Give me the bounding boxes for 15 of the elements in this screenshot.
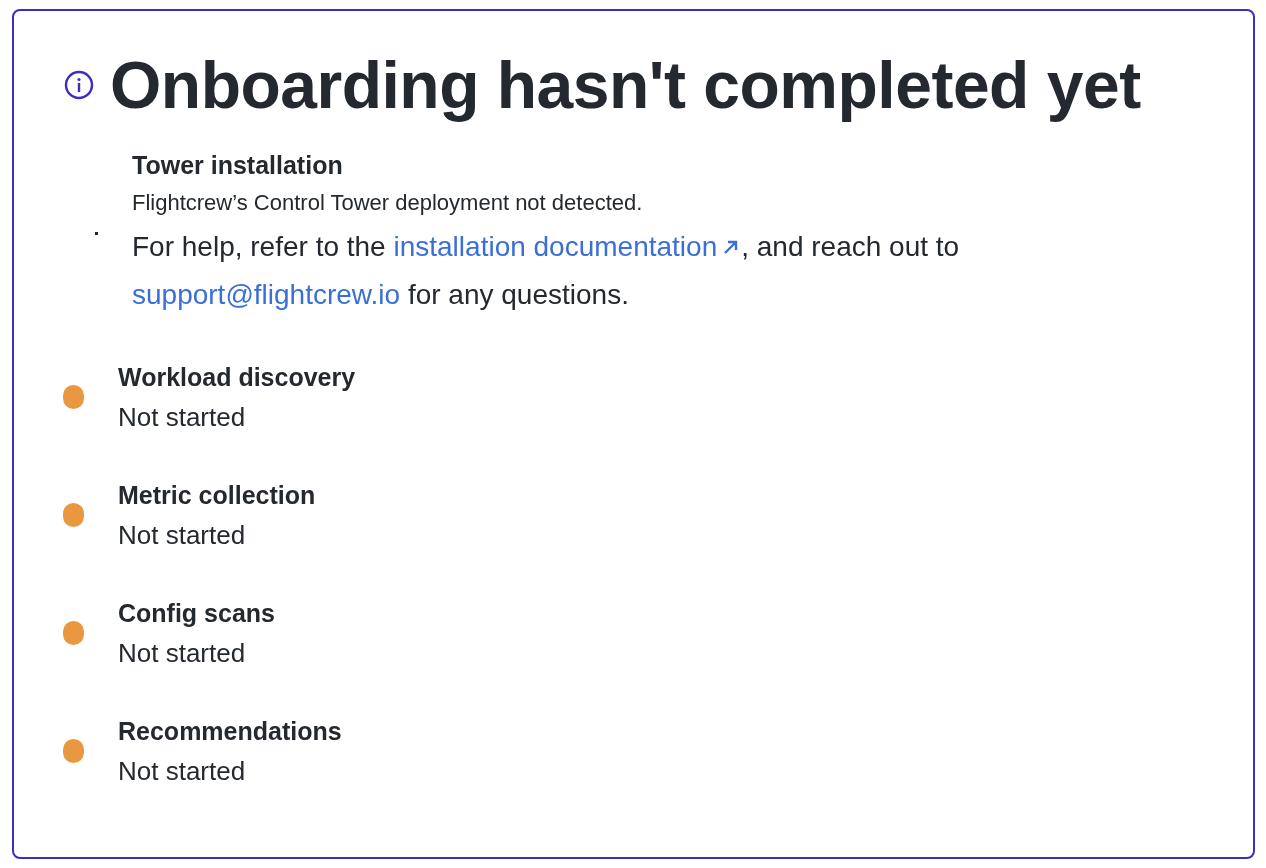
- step-status: Not started: [118, 637, 247, 670]
- step-title: Workload discovery: [118, 362, 356, 393]
- help-text: For help, refer to the installation documentation , and reach out to support@flightcrew.io for any questions.: [132, 223, 1122, 319]
- step-title: Tower installation: [132, 150, 344, 181]
- documentation-link[interactable]: installation documentation: [393, 223, 742, 271]
- support-email-link[interactable]: support@flightcrew.io: [132, 279, 401, 310]
- step-status: Not started: [118, 401, 247, 434]
- step-description: Flightcrew’s Control Tower deployment not detected.: [132, 189, 644, 217]
- info-icon: [64, 70, 94, 100]
- step-title: Metric collection: [118, 480, 316, 511]
- step-title: Config scans: [118, 598, 275, 629]
- step-status: Not started: [118, 519, 247, 552]
- step-status: Not started: [118, 755, 247, 788]
- step-title: Recommendations: [118, 716, 342, 747]
- page-title: Onboarding hasn't completed yet: [110, 47, 1141, 124]
